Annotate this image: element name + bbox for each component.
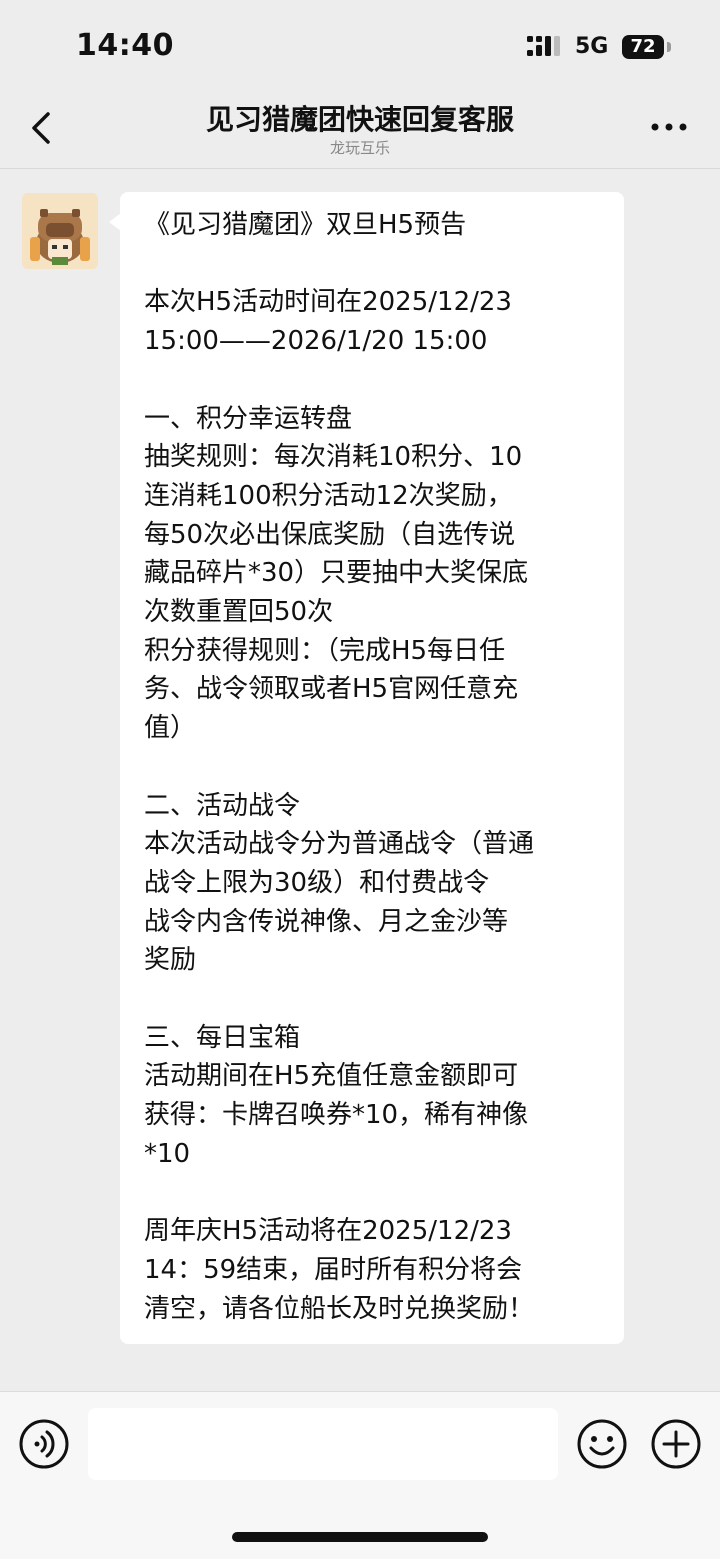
message-text: 《见习猎魔团》双旦H5预告 本次H5活动时间在2025/12/23 15:00—…	[144, 210, 535, 1324]
chat-area[interactable]: 《见习猎魔团》双旦H5预告 本次H5活动时间在2025/12/23 15:00—…	[0, 169, 720, 1391]
more-dots-icon[interactable]	[648, 114, 690, 140]
status-bar: 14:40 5G 72	[0, 0, 720, 92]
emoji-icon[interactable]	[576, 1418, 628, 1470]
message-input[interactable]	[88, 1408, 558, 1480]
voice-icon[interactable]	[18, 1418, 70, 1470]
chat-title: 见习猎魔团快速回复客服	[205, 103, 514, 136]
battery-icon: 72	[622, 35, 664, 59]
signal-icon	[527, 36, 560, 56]
network-type: 5G	[575, 34, 609, 59]
input-bar	[0, 1391, 720, 1559]
plus-icon[interactable]	[650, 1418, 702, 1470]
battery-tip	[667, 42, 671, 52]
chat-subtitle: 龙玩互乐	[329, 139, 390, 157]
avatar[interactable]	[22, 193, 98, 269]
message-bubble[interactable]: 《见习猎魔团》双旦H5预告 本次H5活动时间在2025/12/23 15:00—…	[120, 192, 624, 1345]
home-indicator[interactable]	[232, 1532, 488, 1542]
nav-bar: 见习猎魔团快速回复客服 龙玩互乐	[0, 92, 720, 169]
capybara-avatar-icon	[22, 193, 98, 269]
status-time: 14:40	[76, 28, 174, 63]
